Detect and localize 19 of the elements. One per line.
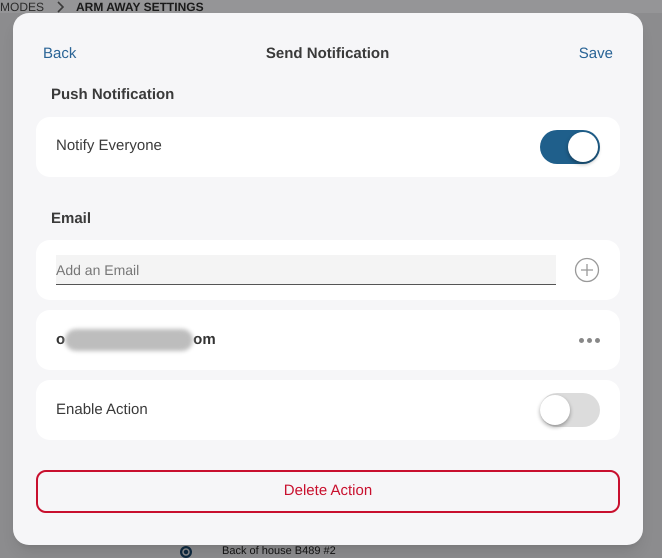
device-name: Back of house B489 #2 <box>222 546 336 557</box>
email-address: om <box>193 330 216 350</box>
breadcrumb-current: ARM AWAY SETTINGS <box>76 0 204 12</box>
toggle-switch[interactable] <box>540 130 600 164</box>
setting-label: Enable Action <box>56 400 148 420</box>
section-heading: Email <box>51 208 92 228</box>
add-icon[interactable] <box>574 257 600 283</box>
dialog-title: Send Notification <box>266 44 390 64</box>
more-options-icon[interactable] <box>579 338 600 342</box>
section-heading: Push Notification <box>51 85 174 105</box>
toggle-switch[interactable] <box>540 393 600 427</box>
breadcrumb-link[interactable]: MODES <box>0 0 44 12</box>
setting-label: Notify Everyone <box>56 136 162 156</box>
back-button[interactable]: Back <box>43 42 76 66</box>
chevron-right-icon <box>56 0 64 12</box>
email-address: o <box>56 330 66 350</box>
save-button[interactable]: Save <box>578 42 613 66</box>
email-field[interactable]: Add an Email <box>56 255 556 285</box>
delete-button[interactable]: Delete Action <box>36 470 620 513</box>
